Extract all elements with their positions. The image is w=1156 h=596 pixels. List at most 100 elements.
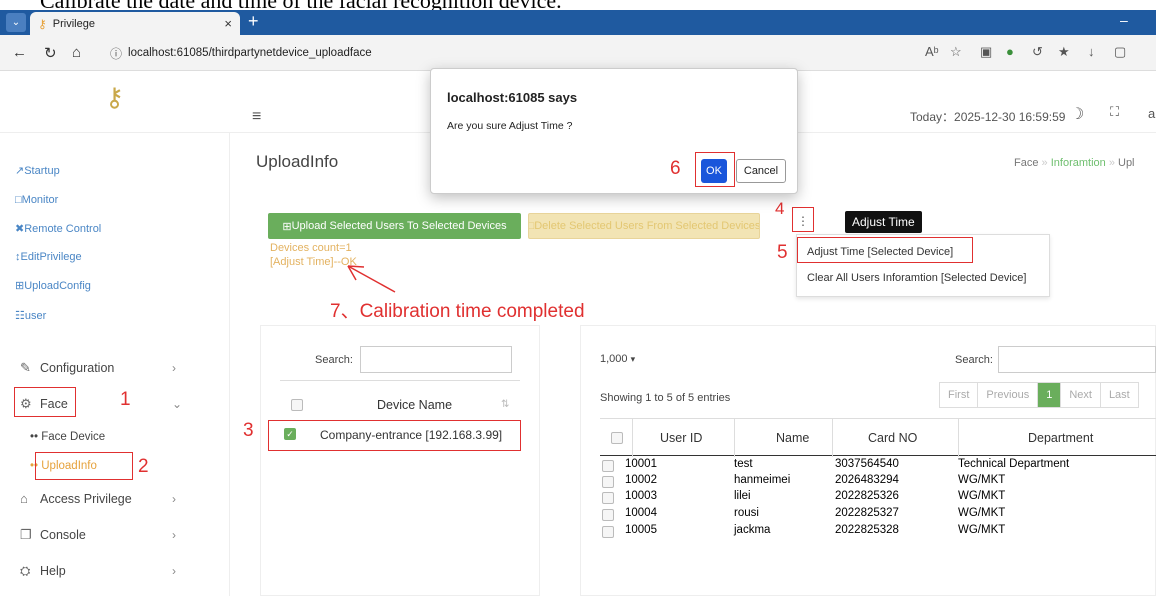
sidebar-item-access-privilege[interactable]: ⌂ Access Privilege › [20, 491, 176, 506]
pager-first[interactable]: First [940, 383, 977, 407]
row-checkbox[interactable] [602, 476, 614, 488]
address-bar-row: ← ↻ ⌂ ⓘ localhost:61085/thirdpartynetdev… [0, 35, 1156, 71]
breadcrumb-information[interactable]: Inforamtion [1051, 157, 1106, 169]
cell-department: WG/MKT [958, 490, 1006, 502]
sidebar-item-remote-control[interactable]: ✖Remote Control [15, 222, 101, 235]
sidebar-item-monitor[interactable]: □Monitor [15, 194, 58, 206]
annotation-box-ok [695, 152, 735, 187]
dark-mode-moon-icon[interactable]: ☽ [1070, 104, 1084, 124]
annotation-box-device-row [268, 420, 521, 451]
table-row[interactable]: 10001 test 3037564540 Technical Departme… [600, 458, 1156, 473]
cell-card-no: 2022825328 [835, 524, 899, 536]
screenshot-icon[interactable]: ▢ [1114, 44, 1126, 60]
device-search-label: Search: [315, 354, 353, 366]
info-icon: ⓘ [110, 46, 123, 61]
column-department[interactable]: Department [1028, 431, 1093, 445]
device-name-column-header[interactable]: Device Name [377, 398, 452, 412]
home-icon[interactable]: ⌂ [72, 44, 81, 61]
column-name[interactable]: Name [776, 431, 809, 445]
cell-user-id: 10001 [625, 458, 657, 470]
breadcrumb-face[interactable]: Face [1014, 157, 1038, 169]
table-row[interactable]: 10004 rousi 2022825327 WG/MKT [600, 507, 1156, 522]
fullscreen-icon[interactable]: ⛶ [1110, 104, 1119, 120]
sidebar-item-configuration[interactable]: ✎ Configuration › [20, 360, 176, 376]
pagination: First Previous 1 Next Last [939, 382, 1139, 408]
sidebar-item-console[interactable]: ❐ Console › [20, 527, 176, 543]
adjust-time-tooltip: Adjust Time [845, 211, 922, 233]
extension-icon[interactable]: ▣ [980, 44, 992, 60]
favorite-star-icon[interactable]: ☆ [950, 44, 962, 60]
page-length-select[interactable]: 1,000 ▾ [600, 348, 650, 370]
sidebar-item-uploadconfig[interactable]: ⊞UploadConfig [15, 279, 91, 292]
cell-department: WG/MKT [958, 524, 1006, 536]
table-row[interactable]: 10002 hanmeimei 2026483294 WG/MKT [600, 474, 1156, 489]
annotation-calibration-completed: 7、Calibration time completed [330, 301, 585, 322]
annotation-box-kebab [792, 207, 814, 232]
refresh-extension-icon[interactable]: ↺ [1032, 44, 1043, 60]
minimize-icon[interactable]: – [1120, 12, 1128, 28]
cell-card-no: 2022825326 [835, 490, 899, 502]
url-field[interactable]: ⓘ localhost:61085/thirdpartynetdevice_up… [100, 41, 920, 65]
row-checkbox[interactable] [602, 509, 614, 521]
devices-count-text: Devices count=1 [270, 242, 352, 254]
sort-icon[interactable]: ⇅ [501, 399, 509, 410]
column-card-no[interactable]: Card NO [868, 431, 917, 445]
pager-page-1[interactable]: 1 [1037, 383, 1061, 407]
favorites-icon[interactable]: ★ [1058, 44, 1070, 60]
tab-actions-icon[interactable]: ⌄ [6, 13, 26, 32]
cell-user-id: 10002 [625, 474, 657, 486]
pager-last[interactable]: Last [1099, 383, 1138, 407]
today-datetime: Today：2025-12-30 16:59:59 [910, 110, 1066, 124]
sidebar-item-face-device[interactable]: •• Face Device [30, 431, 105, 443]
close-tab-icon[interactable]: × [224, 16, 232, 31]
chevron-right-icon: › [172, 528, 176, 542]
upload-users-button[interactable]: ⊞ Upload Selected Users To Selected Devic… [268, 213, 521, 239]
pager-previous[interactable]: Previous [977, 383, 1037, 407]
cell-department: WG/MKT [958, 507, 1006, 519]
extension-leaf-icon[interactable]: ● [1006, 44, 1014, 59]
table-row[interactable]: 10003 lilei 2022825326 WG/MKT [600, 490, 1156, 505]
sidebar-item-help[interactable]: ⛭ Help › [20, 563, 176, 579]
window-icon: ❐ [20, 527, 32, 542]
breadcrumb-upload: Upl [1118, 157, 1135, 169]
row-checkbox[interactable] [602, 460, 614, 472]
delete-users-button[interactable]: □ Delete Selected Users From Selected Dev… [528, 213, 760, 239]
browser-tab-strip: ⌄ ⚷ Privilege × + – [0, 10, 1156, 35]
sidebar-item-user[interactable]: ☷user [15, 309, 46, 322]
device-search-input[interactable] [360, 346, 512, 373]
reload-icon[interactable]: ↻ [44, 44, 57, 62]
table-row[interactable]: 10005 jackma 2022825328 WG/MKT [600, 524, 1156, 539]
column-user-id[interactable]: User ID [660, 431, 702, 445]
select-all-devices-checkbox[interactable] [291, 399, 303, 411]
cell-department: WG/MKT [958, 474, 1006, 486]
row-checkbox[interactable] [602, 492, 614, 504]
cell-user-id: 10005 [625, 524, 657, 536]
annotation-number-3: 3 [243, 420, 254, 441]
annotation-number-2: 2 [138, 456, 149, 477]
sidebar-item-editprivilege[interactable]: ↕EditPrivilege [15, 251, 82, 263]
cell-card-no: 2022825327 [835, 507, 899, 519]
annotation-arrow [347, 265, 396, 293]
browser-tab[interactable]: ⚷ Privilege × [30, 12, 240, 35]
new-tab-icon[interactable]: + [248, 10, 266, 35]
users-table-header: User ID Name Card NO Department [600, 418, 1156, 457]
row-checkbox[interactable] [602, 526, 614, 538]
select-all-users-checkbox[interactable] [611, 432, 623, 444]
downloads-icon[interactable]: ↓ [1088, 44, 1095, 59]
read-aloud-icon[interactable]: Aᵇ [925, 44, 939, 59]
cell-user-id: 10003 [625, 490, 657, 502]
user-avatar-initial[interactable]: a [1148, 106, 1155, 121]
sidebar-item-startup[interactable]: ↗Startup [15, 164, 60, 177]
key-favicon-icon: ⚷ [38, 16, 47, 31]
menu-item-clear-users[interactable]: Clear All Users Inforamtion [Selected De… [807, 272, 1026, 284]
cell-name: jackma [734, 524, 771, 536]
back-icon[interactable]: ← [12, 44, 27, 61]
dialog-title: localhost:61085 says [447, 90, 578, 105]
hamburger-menu-icon[interactable]: ≡ [252, 108, 261, 126]
user-search-input[interactable] [998, 346, 1156, 373]
pager-next[interactable]: Next [1060, 383, 1100, 407]
dialog-message: Are you sure Adjust Time ? [447, 120, 573, 132]
app-logo-key-icon: ⚷ [105, 82, 125, 112]
annotation-number-4: 4 [775, 199, 785, 218]
dialog-cancel-button[interactable]: Cancel [736, 159, 786, 183]
